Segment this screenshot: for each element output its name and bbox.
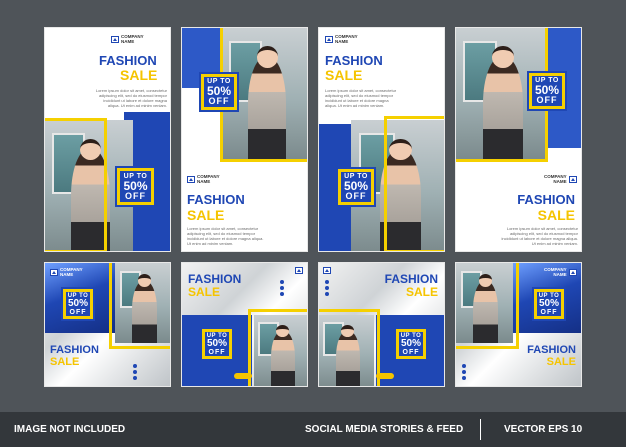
contact-info — [325, 279, 332, 297]
discount-badge: UP TO 50% OFF — [200, 327, 234, 361]
mountain-icon — [187, 175, 195, 183]
feed-template-3[interactable]: FASHION SALE UP TO 50% OFF — [318, 262, 445, 387]
contact-info — [280, 279, 287, 297]
discount-badge: UP TO 50% OFF — [61, 287, 95, 321]
footer-product-type: SOCIAL MEDIA STORIES & FEED — [305, 424, 464, 435]
story-template-3[interactable]: COMPANY NAME FASHION SALE Lorem ipsum dol… — [318, 27, 445, 252]
mountain-icon — [111, 35, 119, 43]
title-fashion: FASHION — [517, 192, 575, 207]
company-logo: COMPANY NAME — [544, 174, 577, 184]
story-template-1[interactable]: COMPANY NAME FASHION SALE Lorem ipsum dol… — [44, 27, 171, 252]
mountain-icon — [323, 267, 331, 274]
title-fashion: FASHION — [187, 192, 245, 207]
discount-badge: UP TO 50% OFF — [394, 327, 428, 361]
title-fashion: FASHION — [384, 272, 438, 286]
feed-template-2[interactable]: FASHION SALE UP TO 50% OFF — [181, 262, 308, 387]
company-logo: COMPANY NAME — [187, 174, 220, 184]
discount-badge: UP TO 50% OFF — [527, 71, 567, 111]
discount-badge: UP TO 50% OFF — [532, 287, 566, 321]
title-fashion: FASHION — [188, 272, 242, 286]
company-logo: COMPANY NAME — [544, 267, 577, 277]
description-text: Lorem ipsum dolor sit amet, consectetur … — [325, 88, 397, 108]
contact-info — [462, 363, 469, 381]
title-sale: SALE — [537, 207, 575, 223]
company-logo: COMPANY NAME — [111, 34, 144, 44]
title-sale: SALE — [187, 207, 225, 223]
cta-pill[interactable] — [376, 373, 394, 379]
story-template-4[interactable]: UP TO 50% OFF COMPANY NAME FASHION SALE Lor… — [455, 27, 582, 252]
mountain-icon — [295, 267, 303, 274]
title-sale: SALE — [546, 356, 576, 368]
footer-format: VECTOR EPS 10 — [504, 424, 583, 435]
title-fashion: FASHION — [527, 344, 576, 356]
company-logo: COMPANY NAME — [325, 34, 358, 44]
description-text: Lorem ipsum dolor sit amet, consectetur … — [501, 226, 579, 246]
mountain-icon — [568, 175, 577, 183]
title-sale: SALE — [120, 67, 158, 83]
description-text: Lorem ipsum dolor sit amet, consectetur … — [95, 88, 167, 108]
title-sale: SALE — [50, 356, 80, 368]
feed-template-4[interactable]: COMPANY NAME UP TO 50% OFF FASHION SALE — [455, 262, 582, 387]
footer-divider — [480, 419, 481, 440]
footer-bar: IMAGE NOT INCLUDED SOCIAL MEDIA STORIES … — [0, 412, 626, 447]
description-text: Lorem ipsum dolor sit amet, consectetur … — [187, 226, 264, 246]
discount-badge: UP TO 50% OFF — [199, 72, 239, 112]
story-template-2[interactable]: UP TO 50% OFF COMPANY NAME FASHION SALE Lor… — [181, 27, 308, 252]
title-fashion: FASHION — [325, 53, 383, 68]
mountain-icon — [325, 35, 333, 43]
company-logo — [323, 267, 331, 274]
title-sale: SALE — [325, 67, 363, 83]
cta-pill[interactable] — [234, 373, 252, 379]
title-sale: SALE — [188, 285, 221, 299]
title-fashion: FASHION — [50, 344, 99, 356]
title-sale: SALE — [405, 285, 438, 299]
contact-info — [133, 363, 140, 381]
company-logo — [295, 267, 303, 274]
footer-image-note: IMAGE NOT INCLUDED — [14, 424, 126, 435]
company-logo: COMPANY NAME — [50, 267, 83, 277]
title-fashion: FASHION — [99, 53, 157, 68]
mountain-icon — [50, 268, 58, 276]
mountain-icon — [568, 268, 577, 276]
discount-badge: UP TO 50% OFF — [336, 167, 376, 207]
discount-badge: UP TO 50% OFF — [115, 166, 156, 207]
feed-template-1[interactable]: COMPANY NAME UP TO 50% OFF FASHION SALE — [44, 262, 171, 387]
